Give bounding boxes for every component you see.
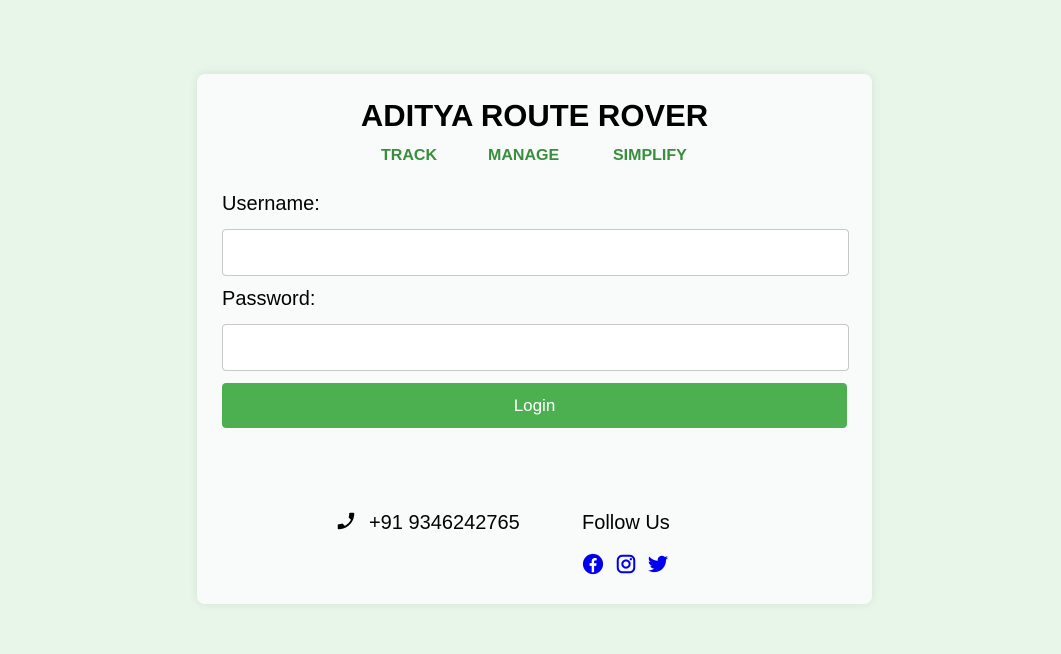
tagline-track: TRACK [381, 147, 437, 164]
password-input[interactable] [222, 324, 849, 371]
twitter-icon[interactable] [647, 553, 669, 575]
phone-number: +91 9346242765 [369, 512, 520, 534]
username-input[interactable] [222, 229, 849, 276]
tagline-manage: MANAGE [488, 147, 560, 164]
login-button[interactable]: Login [222, 383, 847, 428]
login-card: ADITYA ROUTE ROVER TRACK MANAGE SIMPLIFY… [197, 74, 872, 604]
phone-icon [335, 510, 357, 532]
password-label: Password: [222, 288, 316, 310]
page-title: ADITYA ROUTE ROVER [360, 98, 709, 133]
instagram-icon[interactable] [615, 553, 637, 575]
follow-us-label: Follow Us [582, 512, 670, 534]
username-label: Username: [222, 193, 320, 215]
facebook-icon[interactable] [582, 553, 604, 575]
tagline-simplify: SIMPLIFY [613, 147, 687, 164]
